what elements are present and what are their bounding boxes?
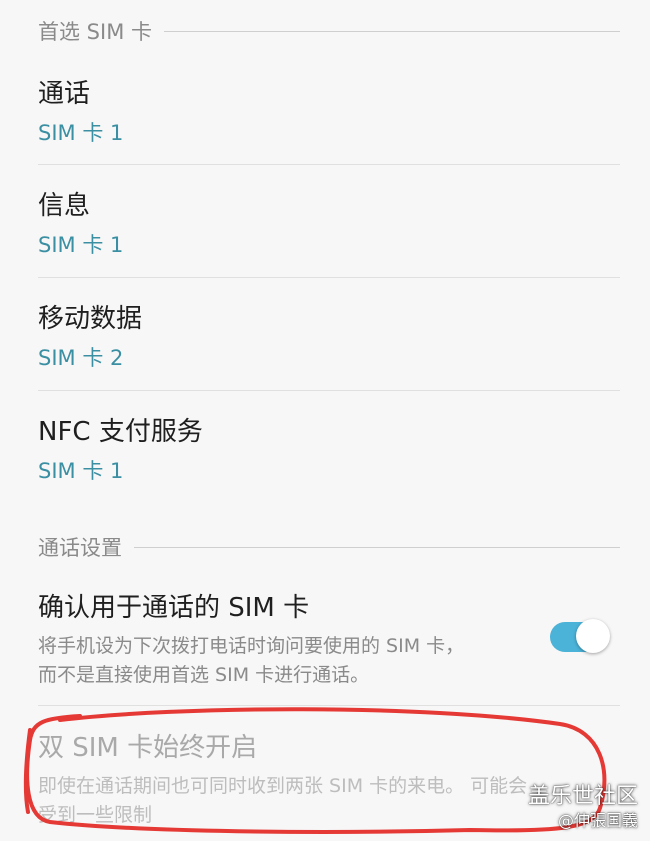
section-header-preferred-sim: 首选 SIM 卡 (38, 16, 620, 46)
list-item-title: NFC 支付服务 (38, 417, 203, 447)
divider (38, 164, 620, 165)
list-item-calls[interactable]: 通话 SIM 卡 1 (38, 78, 620, 146)
section-header-divider (164, 30, 620, 32)
list-item-mobile-data[interactable]: 移动数据 SIM 卡 2 (38, 303, 620, 371)
list-item-messages[interactable]: 信息 SIM 卡 1 (38, 190, 620, 258)
divider (38, 390, 620, 391)
list-item-title: 信息 (38, 191, 91, 221)
section-header-label: 首选 SIM 卡 (38, 20, 152, 44)
section-header-label: 通话设置 (38, 536, 122, 560)
description-line: 而不是直接使用首选 SIM 卡进行通话。 (38, 664, 370, 686)
list-item-title: 通话 (38, 79, 91, 109)
section-header-call-settings: 通话设置 (38, 532, 620, 562)
divider (38, 705, 620, 706)
list-item-title: 双 SIM 卡始终开启 (38, 733, 258, 763)
list-item-description: 将手机设为下次拨打电话时询问要使用的 SIM 卡， 而不是直接使用首选 SIM … (38, 632, 538, 690)
list-item-title: 移动数据 (38, 304, 143, 334)
toggle-knob (576, 619, 610, 653)
list-item-title: 确认用于通话的 SIM 卡 (38, 593, 310, 623)
list-item-value: SIM 卡 1 (38, 121, 124, 145)
watermark-title: 盖乐世社区 (527, 784, 638, 809)
list-item-value: SIM 卡 1 (38, 459, 124, 483)
description-line: 将手机设为下次拨打电话时询问要使用的 SIM 卡， (38, 635, 465, 657)
list-item-nfc-payment[interactable]: NFC 支付服务 SIM 卡 1 (38, 416, 620, 484)
confirm-sim-toggle-switch[interactable] (550, 619, 610, 653)
list-item-value: SIM 卡 1 (38, 233, 124, 257)
watermark-handle: @伸張国義 (557, 811, 638, 830)
list-item-value: SIM 卡 2 (38, 346, 124, 370)
section-header-divider (134, 546, 620, 548)
divider (38, 277, 620, 278)
list-item-confirm-sim-for-calls[interactable]: 确认用于通话的 SIM 卡 将手机设为下次拨打电话时询问要使用的 SIM 卡， … (38, 592, 620, 690)
